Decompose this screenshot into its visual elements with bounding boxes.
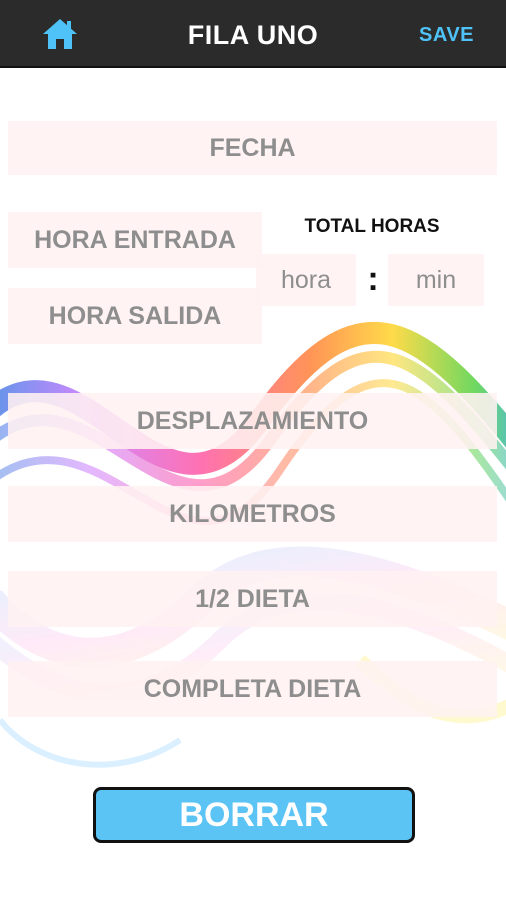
home-button[interactable] bbox=[40, 16, 80, 52]
total-minutes-input[interactable]: min bbox=[388, 254, 484, 306]
completa-dieta-field[interactable]: COMPLETA DIETA bbox=[8, 661, 497, 717]
fecha-field[interactable]: FECHA bbox=[8, 121, 497, 175]
borrar-button[interactable]: BORRAR bbox=[93, 787, 415, 843]
total-horas-label: TOTAL HORAS bbox=[304, 216, 440, 237]
kilometros-field[interactable]: KILOMETROS bbox=[8, 486, 497, 542]
desplazamiento-field[interactable]: DESPLAZAMIENTO bbox=[8, 393, 497, 449]
save-button[interactable]: SAVE bbox=[419, 0, 474, 68]
hora-entrada-field[interactable]: HORA ENTRADA bbox=[8, 212, 262, 268]
rainbow-wave-background bbox=[0, 321, 506, 768]
time-separator: : bbox=[367, 260, 379, 298]
top-action-bar: FILA UNO SAVE bbox=[0, 0, 506, 68]
hora-salida-field[interactable]: HORA SALIDA bbox=[8, 288, 262, 344]
total-hours-input[interactable]: hora bbox=[256, 254, 356, 306]
media-dieta-field[interactable]: 1/2 DIETA bbox=[8, 571, 497, 627]
home-icon bbox=[43, 19, 77, 49]
